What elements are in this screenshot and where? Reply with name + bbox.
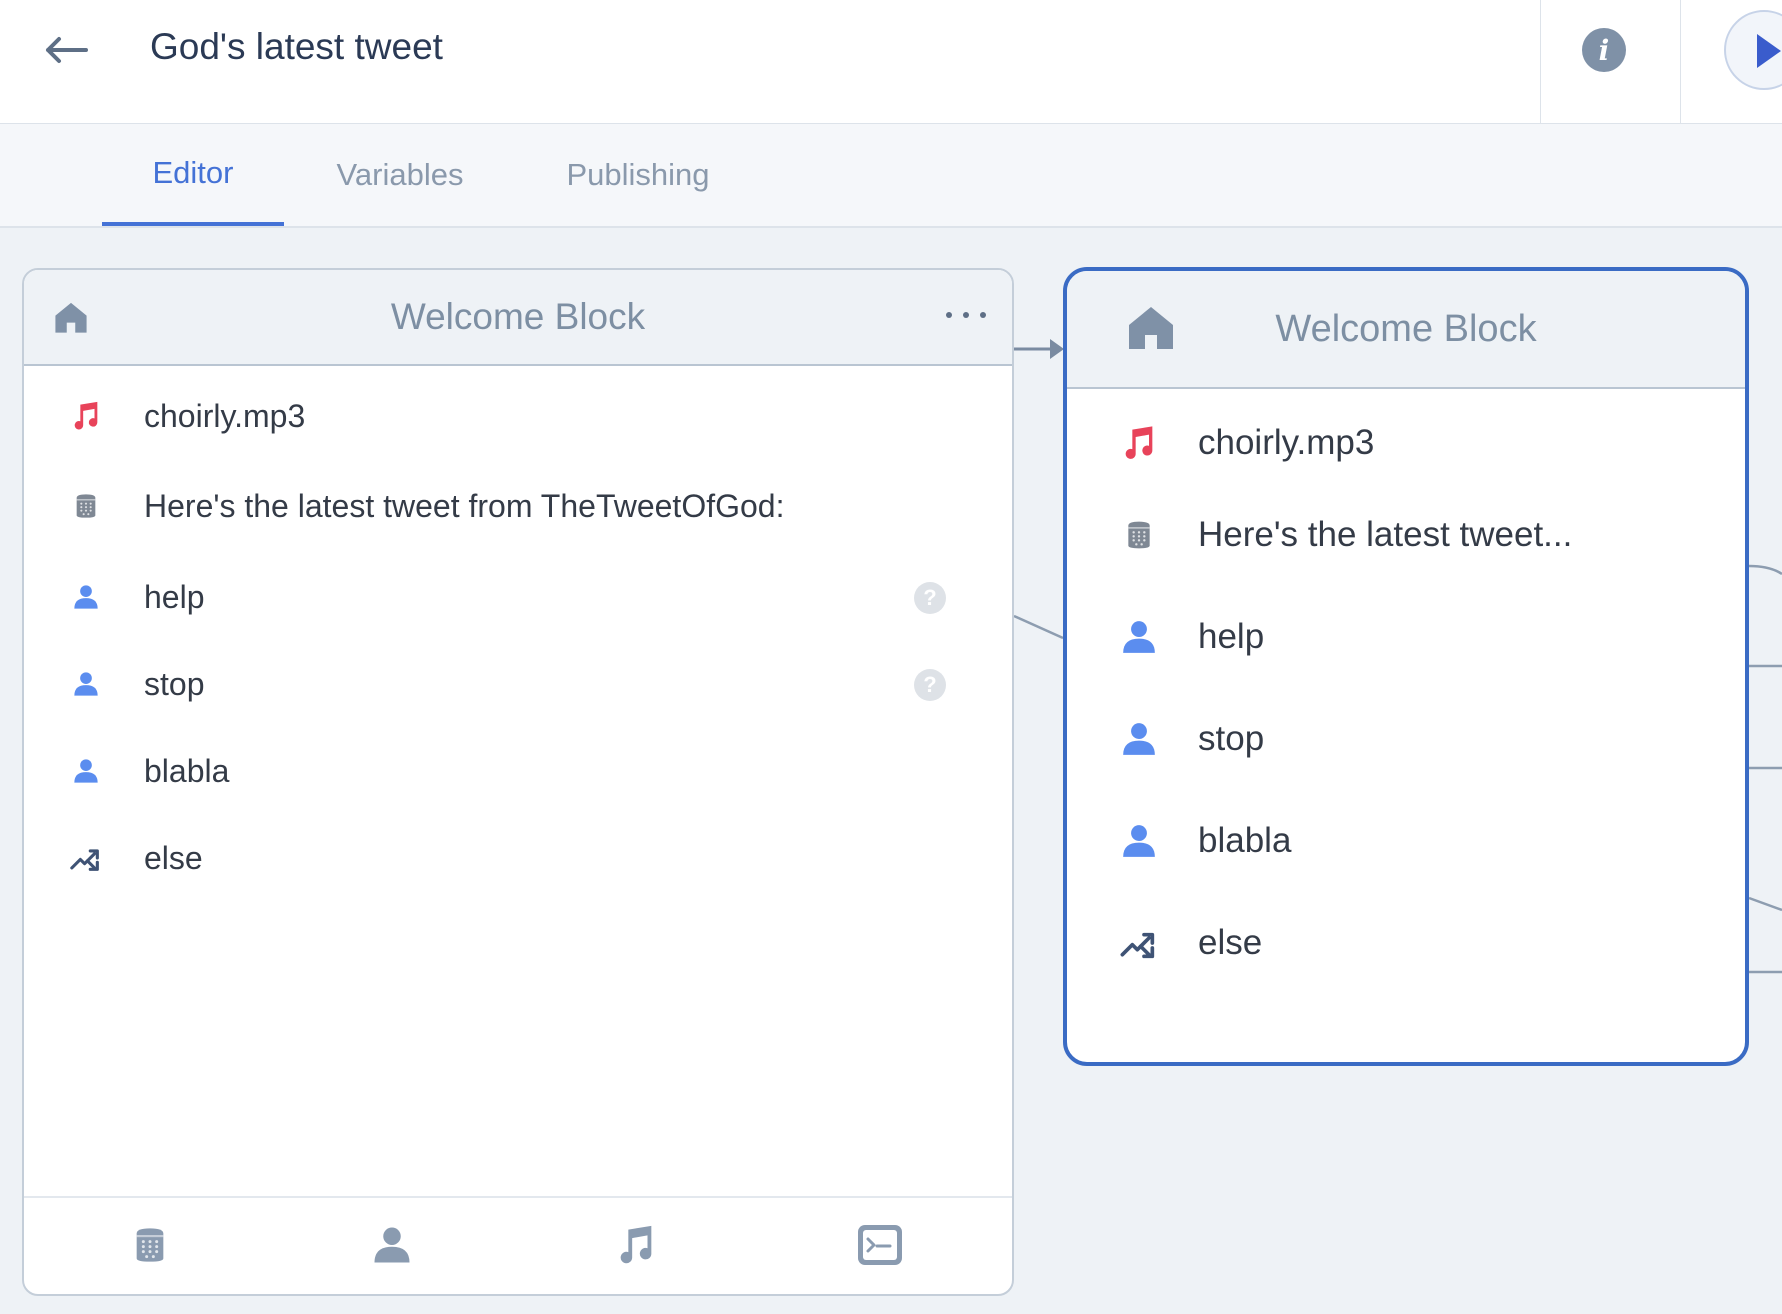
user-icon [1113,607,1165,667]
dot [946,312,952,318]
block-card[interactable]: Welcome Block choirly.mp3 Here's the lat… [22,268,1014,1296]
help-question-icon[interactable]: ? [914,582,946,614]
shuffle-icon [64,828,108,888]
add-speech-button[interactable] [110,1212,190,1278]
more-options-button[interactable] [946,300,986,330]
block-item-intent-blabla[interactable]: blabla [24,741,1012,801]
block-item-audio[interactable]: choirly.mp3 [24,386,1012,446]
item-label: blabla [144,753,230,789]
dot [980,312,986,318]
shuffle-icon [1113,913,1165,973]
item-label: Here's the latest tweet... [1198,515,1573,554]
user-icon [64,567,108,627]
speaker-icon [64,476,108,536]
user-icon [371,1221,413,1269]
block-header: Welcome Block [1067,271,1745,389]
item-label: choirly.mp3 [1198,423,1375,462]
block-item-else[interactable]: else [1067,913,1745,973]
user-icon [64,654,108,714]
item-label: choirly.mp3 [144,398,306,434]
add-intent-button[interactable] [352,1212,432,1278]
music-note-icon [64,386,108,446]
user-icon [64,741,108,801]
block-item-intent-stop[interactable]: stop ? [24,654,1012,714]
block-item-speech[interactable]: Here's the latest tweet... [1067,505,1745,565]
user-icon [1113,709,1165,769]
dot [963,312,969,318]
block-item-else[interactable]: else [24,828,1012,888]
item-label: else [144,840,203,876]
item-label: stop [1198,719,1265,758]
block-item-intent-help[interactable]: help ? [24,567,1012,627]
user-icon [1113,811,1165,871]
speaker-icon [1113,505,1165,565]
block-title: Welcome Block [1275,307,1537,350]
block-toolbar [24,1196,1012,1294]
block-card-selected[interactable]: Welcome Block choirly.mp3 Here's the lat… [1063,267,1749,1066]
terminal-icon [856,1221,904,1269]
block-header: Welcome Block [24,270,1012,366]
block-item-audio[interactable]: choirly.mp3 [1067,413,1745,473]
block-item-intent-blabla[interactable]: blabla [1067,811,1745,871]
music-note-icon [613,1220,659,1270]
item-label: Here's the latest tweet from TheTweetOfG… [144,488,785,524]
item-label: stop [144,666,205,702]
music-note-icon [1113,413,1165,473]
block-title: Welcome Block [390,296,646,337]
item-label: help [144,579,205,615]
speaker-icon [130,1221,170,1269]
item-label: blabla [1198,821,1292,860]
item-label: help [1198,617,1265,656]
add-code-button[interactable] [840,1212,920,1278]
add-audio-button[interactable] [596,1212,676,1278]
block-item-intent-help[interactable]: help [1067,607,1745,667]
block-item-intent-stop[interactable]: stop [1067,709,1745,769]
item-label: else [1198,923,1263,962]
help-question-icon[interactable]: ? [914,669,946,701]
block-item-speech[interactable]: Here's the latest tweet from TheTweetOfG… [24,476,1012,536]
